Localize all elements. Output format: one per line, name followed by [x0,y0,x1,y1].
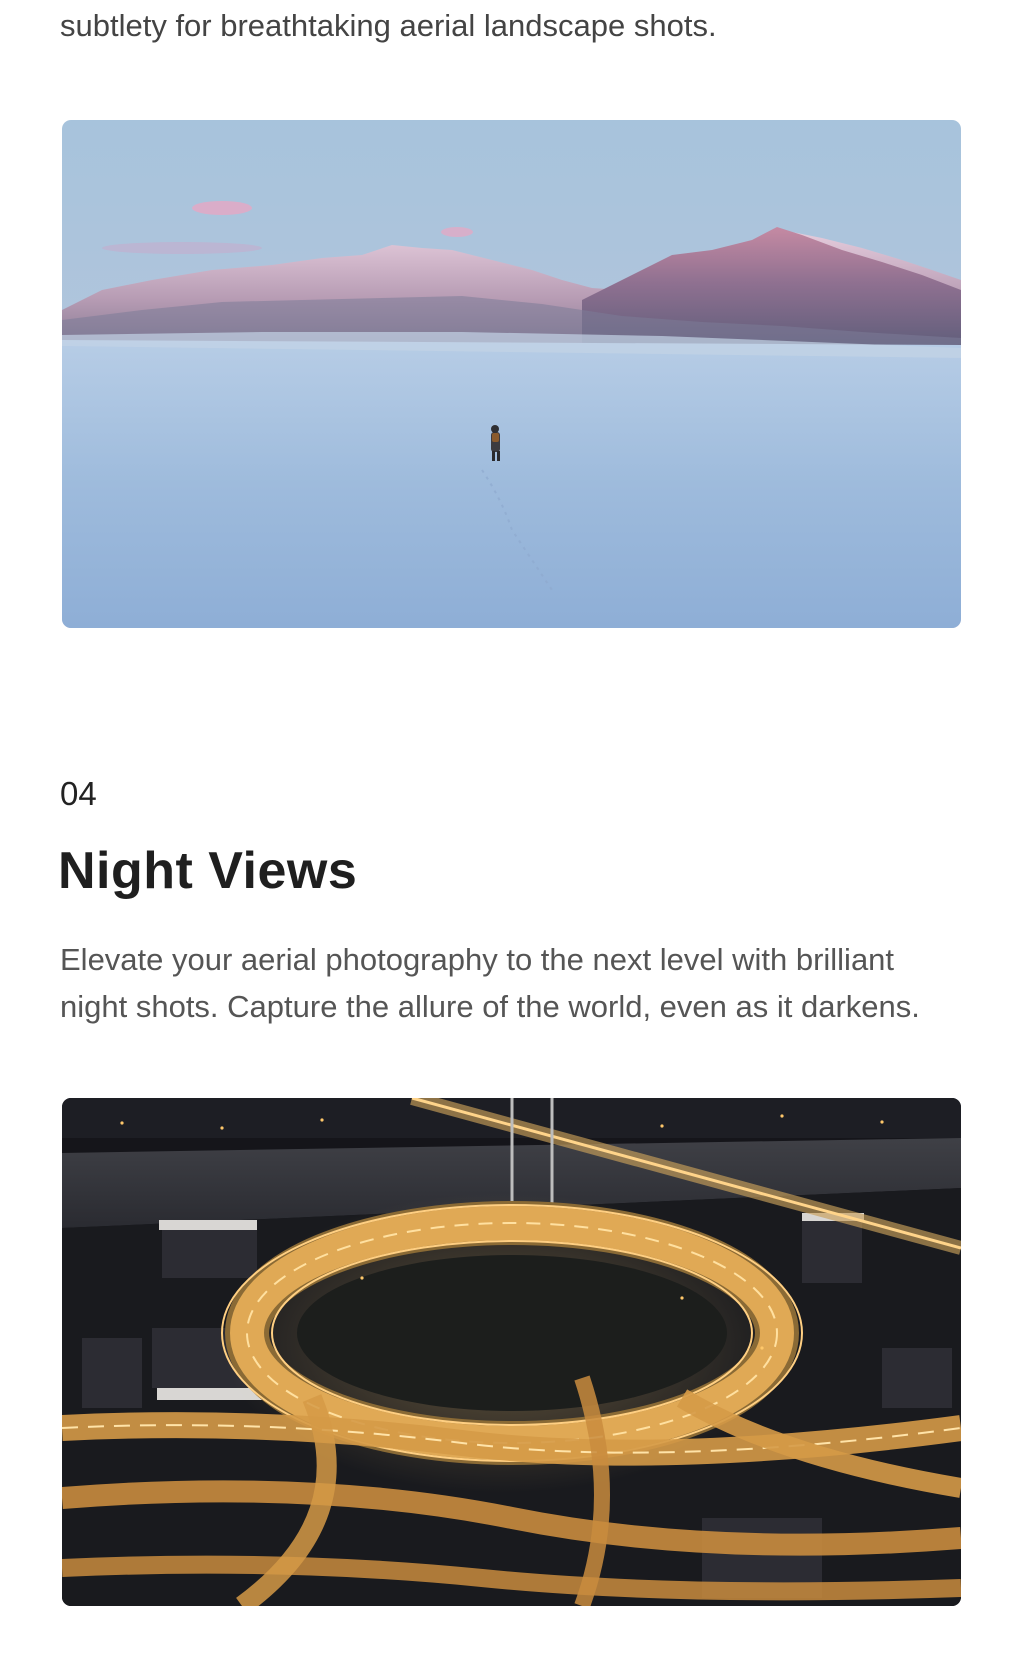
section-description-line-1: Elevate your aerial photography to the n… [60,942,895,977]
section-description: Elevate your aerial photography to the n… [60,936,1000,1030]
winter-landscape-image [62,120,961,628]
section-title: Night Views [58,842,358,900]
snowy-mountain-landscape-photo [62,120,961,628]
intro-paragraph: subtlety for breathtaking aerial landsca… [60,8,717,43]
night-city-image [62,1098,961,1606]
night-highway-interchange-photo [62,1098,961,1606]
section-description-line-2: night shots. Capture the allure of the w… [60,989,920,1024]
section-number: 04 [60,775,97,812]
